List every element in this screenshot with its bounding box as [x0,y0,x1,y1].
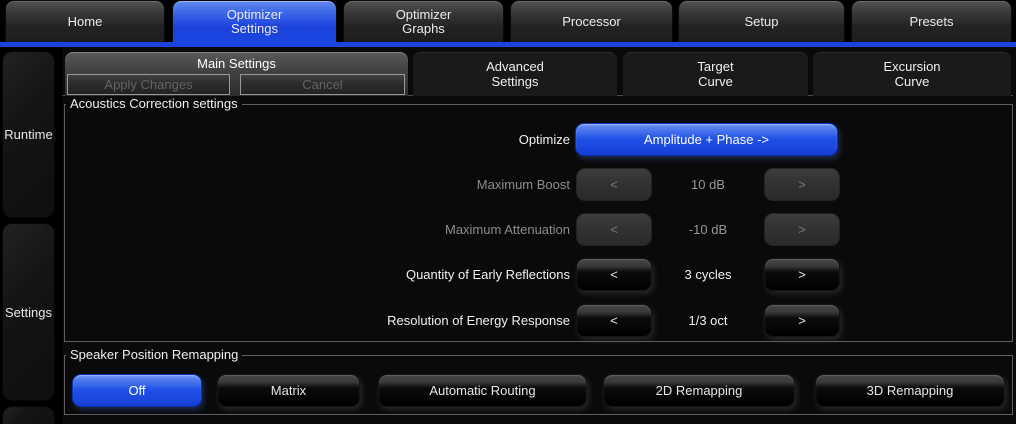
remapping-automatic-routing-button[interactable]: Automatic Routing [378,374,587,407]
tab-advanced-settings[interactable]: Advanced Settings [413,52,617,96]
energy-resolution-decrement-button[interactable]: < [576,304,652,337]
tab-setup[interactable]: Setup [678,0,845,42]
tab-processor[interactable]: Processor [510,0,673,42]
acoustics-correction-title: Acoustics Correction settings [66,97,242,111]
remapping-off-button[interactable]: Off [72,374,202,407]
optimizer-settings-screen: Home Optimizer Settings Optimizer Graphs… [0,0,1016,424]
tab-home[interactable]: Home [5,0,165,42]
maximum-boost-decrement-button: < [576,168,652,201]
main-settings-label: Main Settings [197,56,276,71]
sidebar-item-runtime[interactable]: Runtime [2,51,55,218]
early-reflections-value: 3 cycles [684,267,732,282]
maximum-attenuation-label: Maximum Attenuation [444,222,570,237]
early-reflections-decrement-button[interactable]: < [576,258,652,291]
optimize-label: Optimize [518,132,570,147]
speaker-remapping-title: Speaker Position Remapping [66,348,243,362]
apply-changes-button[interactable]: Apply Changes [67,74,230,95]
energy-resolution-value: 1/3 oct [688,313,728,328]
tab-target-curve[interactable]: Target Curve [623,52,808,96]
sidebar-item-settings[interactable]: Settings [2,223,55,401]
tab-optimizer-graphs[interactable]: Optimizer Graphs [343,0,504,42]
sidebar-item-partial[interactable] [2,406,55,424]
energy-resolution-increment-button[interactable]: > [764,304,840,337]
cancel-button[interactable]: Cancel [240,74,405,95]
remapping-3d-button[interactable]: 3D Remapping [815,374,1005,407]
tab-excursion-curve[interactable]: Excursion Curve [813,52,1011,96]
remapping-2d-button[interactable]: 2D Remapping [603,374,795,407]
maximum-attenuation-increment-button: > [764,213,840,246]
tab-main-settings[interactable]: Main Settings Apply Changes Cancel [65,52,408,96]
energy-resolution-label: Resolution of Energy Response [387,313,570,328]
optimize-mode-button[interactable]: Amplitude + Phase -> [575,123,838,156]
tab-optimizer-settings[interactable]: Optimizer Settings [172,0,337,42]
maximum-boost-label: Maximum Boost [476,177,570,192]
tab-presets[interactable]: Presets [851,0,1012,42]
maximum-attenuation-decrement-button: < [576,213,652,246]
early-reflections-label: Quantity of Early Reflections [405,267,570,282]
early-reflections-increment-button[interactable]: > [764,258,840,291]
remapping-matrix-button[interactable]: Matrix [217,374,360,407]
maximum-boost-value: 10 dB [691,177,725,192]
maximum-attenuation-value: -10 dB [688,222,728,237]
maximum-boost-increment-button: > [764,168,840,201]
